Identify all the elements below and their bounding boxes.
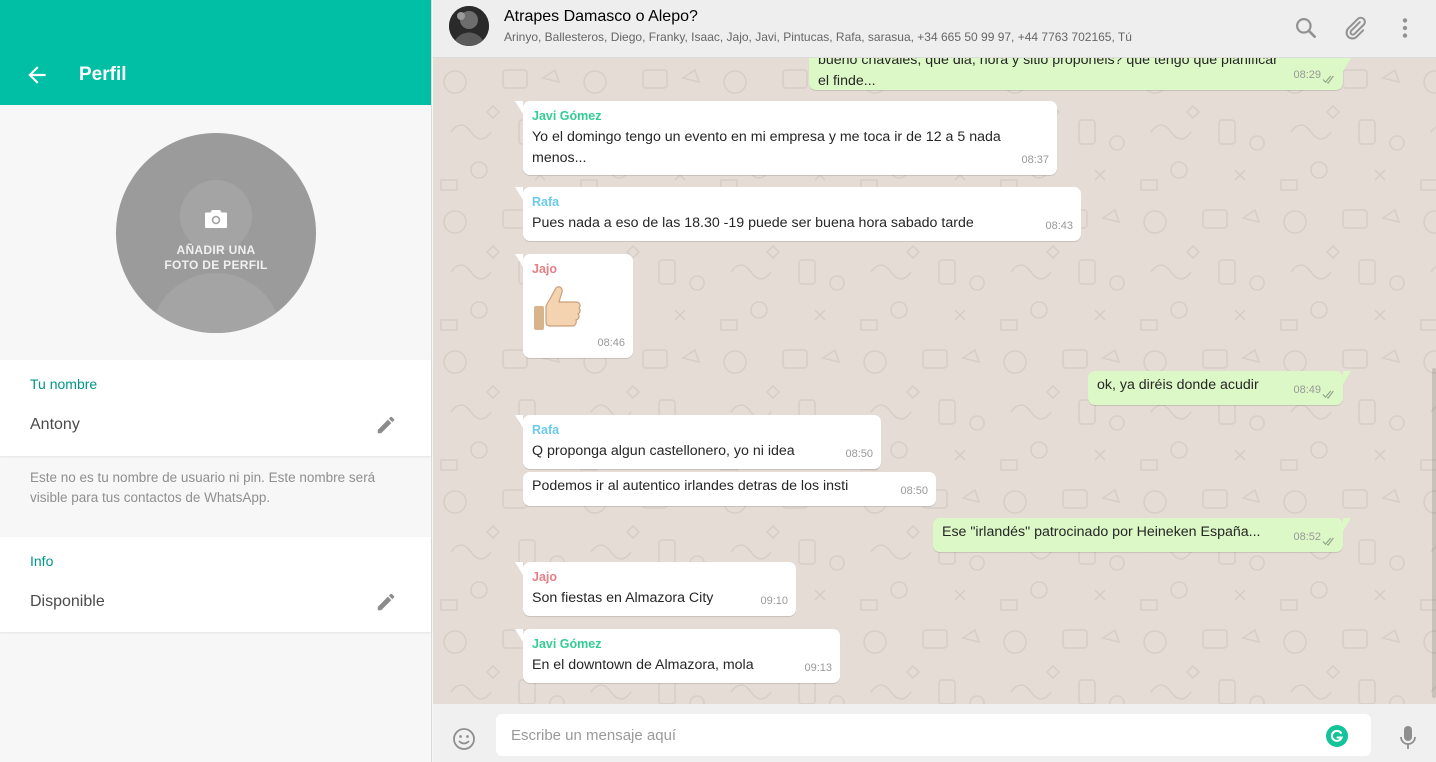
message-list[interactable]: bueno chavales, que dia, hora y sitio pr… [433, 58, 1436, 704]
add-photo-label-line2: FOTO DE PERFIL [164, 258, 268, 272]
name-section: Tu nombre Antony [0, 360, 431, 456]
chat-title: Atrapes Damasco o Alepo? [504, 8, 698, 25]
double-check-icon [1322, 537, 1334, 546]
group-avatar-image [449, 6, 489, 46]
back-arrow-icon[interactable] [24, 62, 50, 88]
message-time: 08:52 [1293, 531, 1321, 543]
message-outgoing[interactable]: ok, ya diréis donde acudir 08:49 [1088, 371, 1351, 405]
message-incoming[interactable]: Javi Gómez En el downtown de Almazora, m… [515, 629, 840, 683]
search-icon[interactable] [1293, 15, 1319, 41]
message-sender: Javi Gómez [532, 109, 602, 123]
message-outgoing[interactable]: bueno chavales, que dia, hora y sitio pr… [809, 58, 1351, 90]
profile-photo-button[interactable]: AÑADIR UNA FOTO DE PERFIL [116, 133, 316, 333]
profile-header: Perfil [0, 0, 431, 105]
name-value: Antony [30, 416, 80, 433]
chat-panel: Atrapes Damasco o Alepo? Arinyo, Ballest… [433, 0, 1436, 762]
message-sender: Javi Gómez [532, 637, 602, 651]
bubble-tail [515, 254, 523, 267]
bubble-tail [515, 415, 523, 428]
microphone-icon[interactable] [1398, 724, 1418, 752]
message-time: 09:13 [804, 662, 832, 674]
double-check-icon [1322, 75, 1334, 84]
edit-name-pencil-icon[interactable] [375, 414, 397, 436]
message-text: Pues nada a eso de las 18.30 -19 puede s… [532, 215, 974, 231]
info-value: Disponible [30, 593, 105, 610]
message-incoming[interactable]: Javi Gómez Yo el domingo tengo un evento… [515, 101, 1057, 175]
message-input[interactable] [496, 714, 1371, 756]
message-time: 08:50 [845, 448, 873, 460]
message-time: 08:29 [1293, 69, 1321, 81]
message-outgoing[interactable]: Ese "irlandés" patrocinado por Heineken … [933, 518, 1351, 552]
message-text: Podemos ir al autentico irlandes detras … [532, 478, 849, 494]
composer-bar [433, 704, 1436, 762]
bubble-tail [515, 101, 523, 114]
bubble-tail [515, 187, 523, 200]
profile-photo-area: AÑADIR UNA FOTO DE PERFIL [0, 105, 431, 360]
add-photo-label-line1: AÑADIR UNA [176, 243, 256, 257]
chat-header[interactable]: Atrapes Damasco o Alepo? Arinyo, Ballest… [433, 0, 1436, 58]
message-sender: Rafa [532, 423, 560, 437]
message-time: 09:10 [760, 595, 788, 607]
message-time: 08:46 [597, 337, 625, 349]
message-sender: Jajo [532, 262, 558, 276]
profile-title: Perfil [79, 64, 127, 85]
message-time: 08:49 [1293, 384, 1321, 396]
bubble-tail [515, 629, 523, 642]
name-hint-text: Este no es tu nombre de usuario ni pin. … [30, 470, 376, 505]
message-incoming[interactable]: Rafa Q proponga algun castellonero, yo n… [515, 415, 881, 469]
avatar-body-silhouette [150, 273, 282, 333]
message-text: bueno chavales, que dia, hora y sitio pr… [818, 58, 1278, 89]
emoji-icon[interactable] [452, 727, 476, 751]
message-incoming[interactable]: Rafa Pues nada a eso de las 18.30 -19 pu… [515, 187, 1081, 241]
message-text: Yo el domingo tengo un evento en mi empr… [532, 129, 1001, 166]
add-photo-label: AÑADIR UNA FOTO DE PERFIL [116, 243, 316, 273]
bubble-tail [1343, 371, 1351, 384]
message-time: 08:37 [1021, 154, 1049, 166]
message-time: 08:43 [1045, 220, 1073, 232]
name-label: Tu nombre [30, 376, 98, 392]
info-section: Info Disponible [0, 537, 431, 632]
message-text: Ese "irlandés" patrocinado por Heineken … [942, 524, 1261, 540]
message-incoming-sticker[interactable]: Jajo 08:46 [515, 254, 633, 358]
paperclip-icon[interactable] [1342, 15, 1368, 41]
grammarly-icon[interactable] [1326, 725, 1348, 747]
double-check-icon [1322, 390, 1334, 399]
message-time: 08:50 [900, 485, 928, 497]
grammarly-g-glyph [1330, 729, 1344, 742]
message-text: Q proponga algun castellonero, yo ni ide… [532, 443, 795, 459]
menu-dots-icon[interactable] [1392, 15, 1418, 41]
profile-panel: Perfil AÑADIR UNA FOTO DE PERFIL Tu nomb… [0, 0, 432, 762]
message-incoming[interactable]: Jajo Son fiestas en Almazora City 09:10 [515, 562, 796, 616]
chat-members: Arinyo, Ballesteros, Diego, Franky, Isaa… [504, 30, 1132, 44]
camera-icon [205, 210, 227, 228]
group-avatar[interactable] [449, 6, 489, 46]
edit-info-pencil-icon[interactable] [375, 591, 397, 613]
message-scrollbar[interactable] [1432, 368, 1436, 698]
bubble-tail [1343, 518, 1351, 531]
message-sender: Rafa [532, 195, 560, 209]
message-incoming[interactable]: Podemos ir al autentico irlandes detras … [523, 472, 936, 506]
message-text: En el downtown de Almazora, mola [532, 657, 754, 673]
message-sender: Jajo [532, 570, 558, 584]
thumbs-up-icon [534, 286, 581, 330]
bubble-tail [515, 562, 523, 575]
message-text: Son fiestas en Almazora City [532, 590, 714, 606]
bubble-tail [1343, 58, 1351, 71]
info-label: Info [30, 553, 54, 569]
